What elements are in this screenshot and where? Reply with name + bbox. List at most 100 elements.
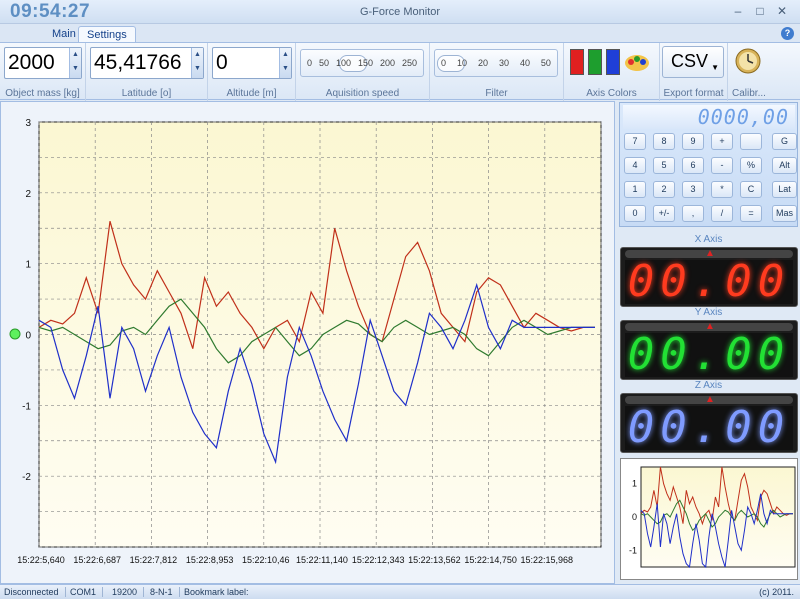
y-axis-color-button[interactable] bbox=[588, 49, 602, 75]
x-tick-label: 15:22:10,46 bbox=[242, 555, 290, 565]
copyright-text: (c) 2011. bbox=[759, 587, 794, 597]
y-axis-label: Y Axis bbox=[694, 307, 723, 318]
status-bar: Disconnected COM1 19200 8-N-1 Bookmark l… bbox=[0, 584, 800, 599]
calc-key[interactable]: - bbox=[711, 157, 733, 174]
calc-key[interactable]: 0 bbox=[624, 205, 646, 222]
x-tick-label: 15:22:11,140 bbox=[296, 555, 348, 565]
calculator-panel: 0000,00 7 8 9 + G 4 5 6-% Alt 1 2 3 * C Lat 0 +/-, / = Mas bbox=[619, 102, 798, 227]
x-tick-label: 15:22:7,812 bbox=[130, 555, 178, 565]
zero-marker-icon[interactable] bbox=[9, 328, 21, 340]
calc-key[interactable]: 5 bbox=[653, 157, 675, 174]
group-axis-colors: Axis Colors bbox=[564, 43, 660, 101]
overview-chart[interactable]: 1 0 -1 bbox=[621, 459, 797, 579]
calc-key[interactable]: % bbox=[740, 157, 762, 174]
object-mass-label: Object mass [kg] bbox=[5, 88, 80, 99]
y-tick-label: -1 bbox=[22, 401, 31, 412]
chevron-down-icon: ▼ bbox=[711, 63, 719, 72]
calc-key[interactable] bbox=[740, 133, 762, 150]
calc-key[interactable]: 8 bbox=[653, 133, 675, 150]
calc-key[interactable]: +/- bbox=[653, 205, 675, 222]
y-axis-display: ▲ 00.00 bbox=[620, 320, 798, 380]
group-latitude: 45,41766 ▲ ▼ Latitude [o] bbox=[86, 43, 208, 101]
main-chart-panel: 3 2 1 0 -1 -2 15:22:5,640 15:22:6,687 15:22:7,8… bbox=[0, 101, 615, 584]
acquisition-speed-label: Aquisition speed bbox=[325, 88, 400, 99]
calc-key[interactable]: 7 bbox=[624, 133, 646, 150]
calc-key[interactable]: / bbox=[711, 205, 733, 222]
calc-key[interactable]: Alt bbox=[772, 157, 797, 174]
calc-key[interactable]: C bbox=[740, 181, 762, 198]
filter-slider[interactable]: 0 10 20 30 40 50 bbox=[434, 49, 558, 77]
group-calibrate: Calibr... bbox=[728, 43, 800, 101]
calc-key[interactable]: Mas bbox=[772, 205, 797, 222]
overview-y-tick-label: 1 bbox=[632, 479, 637, 489]
overview-y-tick-label: 0 bbox=[632, 512, 637, 522]
calc-key[interactable]: + bbox=[711, 133, 733, 150]
altitude-spinner-icon[interactable]: ▲ ▼ bbox=[279, 48, 291, 78]
color-palette-icon[interactable] bbox=[624, 51, 650, 73]
export-format-dropdown[interactable]: CSV ▼ bbox=[662, 46, 724, 78]
calculator-display: 0000,00 bbox=[623, 105, 795, 129]
calc-key[interactable]: G bbox=[772, 133, 797, 150]
calc-key[interactable]: 6 bbox=[682, 157, 704, 174]
x-axis-value: 00.00 bbox=[625, 260, 793, 304]
connection-status: Disconnected bbox=[4, 587, 66, 597]
acquisition-speed-ticks: 0 50 100 150 200 250 bbox=[307, 58, 417, 68]
y-tick-label: -2 bbox=[22, 472, 31, 483]
x-tick-label: 15:22:15,968 bbox=[521, 555, 574, 565]
z-axis-label: Z Axis bbox=[694, 380, 723, 391]
latitude-spinner-icon[interactable]: ▲ ▼ bbox=[191, 48, 203, 78]
x-tick-label: 15:22:13,562 bbox=[408, 555, 461, 565]
x-axis-ticks: 15:22:5,640 15:22:6,687 15:22:7,812 15:22:8… bbox=[17, 555, 573, 565]
axis-colors-label: Axis Colors bbox=[586, 88, 637, 99]
filter-label: Filter bbox=[485, 88, 508, 99]
close-icon[interactable]: ✕ bbox=[774, 3, 790, 19]
y-tick-label: 0 bbox=[25, 331, 31, 342]
acquisition-speed-tick: 250 bbox=[401, 58, 417, 68]
filter-tick: 10 bbox=[456, 58, 467, 68]
x-tick-label: 15:22:14,750 bbox=[464, 555, 517, 565]
group-altitude: 0 ▲ ▼ Altitude [m] bbox=[208, 43, 296, 101]
calc-key[interactable]: * bbox=[711, 181, 733, 198]
minimize-icon[interactable]: – bbox=[730, 3, 746, 19]
calc-key[interactable]: 9 bbox=[682, 133, 704, 150]
overview-chart-panel: 1 0 -1 bbox=[620, 458, 798, 580]
acquisition-speed-slider[interactable]: 0 50 100 150 200 250 bbox=[300, 49, 424, 77]
help-icon[interactable]: ? bbox=[781, 27, 794, 40]
acquisition-speed-tick: 150 bbox=[357, 58, 373, 68]
z-axis-color-button[interactable] bbox=[606, 49, 620, 75]
overview-y-tick-label: -1 bbox=[629, 545, 637, 555]
acquisition-speed-tick: 100 bbox=[335, 58, 351, 68]
calc-key[interactable]: Lat bbox=[772, 181, 797, 198]
calc-key[interactable]: , bbox=[682, 205, 704, 222]
calc-key[interactable]: 4 bbox=[624, 157, 646, 174]
altitude-input[interactable]: 0 ▲ ▼ bbox=[212, 47, 292, 79]
object-mass-input[interactable]: 2000 ▲ ▼ bbox=[4, 47, 82, 79]
group-object-mass: 2000 ▲ ▼ Object mass [kg] bbox=[0, 43, 86, 101]
format-status: 8-N-1 bbox=[150, 587, 180, 597]
filter-tick: 40 bbox=[519, 58, 530, 68]
tab-settings[interactable]: Settings bbox=[78, 26, 136, 43]
x-tick-label: 15:22:5,640 bbox=[17, 555, 65, 565]
acquisition-speed-tick: 0 bbox=[307, 58, 313, 68]
calc-key[interactable]: 2 bbox=[653, 181, 675, 198]
latitude-input[interactable]: 45,41766 ▲ ▼ bbox=[90, 47, 204, 79]
calc-key[interactable]: 3 bbox=[682, 181, 704, 198]
calibrate-icon[interactable] bbox=[734, 47, 762, 75]
object-mass-spinner-icon[interactable]: ▲ ▼ bbox=[69, 48, 81, 78]
calc-key[interactable]: = bbox=[740, 205, 762, 222]
y-tick-label: 1 bbox=[25, 260, 31, 271]
x-tick-label: 15:22:8,953 bbox=[186, 555, 234, 565]
group-filter: 0 10 20 30 40 50 Filter bbox=[430, 43, 564, 101]
calc-key[interactable]: 1 bbox=[624, 181, 646, 198]
filter-tick: 30 bbox=[498, 58, 509, 68]
x-axis-color-button[interactable] bbox=[570, 49, 584, 75]
acquisition-speed-tick: 200 bbox=[379, 58, 395, 68]
y-tick-label: 2 bbox=[25, 189, 31, 200]
calibrate-label: Calibr... bbox=[732, 88, 766, 99]
filter-tick: 50 bbox=[540, 58, 551, 68]
gforce-chart[interactable]: 3 2 1 0 -1 -2 15:22:5,640 15:22:6,687 15:22:7,8… bbox=[1, 102, 614, 583]
maximize-icon[interactable]: □ bbox=[752, 3, 768, 19]
app-title: G-Force Monitor bbox=[359, 6, 441, 18]
y-axis-value: 00.00 bbox=[625, 333, 793, 377]
latitude-value: 45,41766 bbox=[94, 51, 182, 74]
